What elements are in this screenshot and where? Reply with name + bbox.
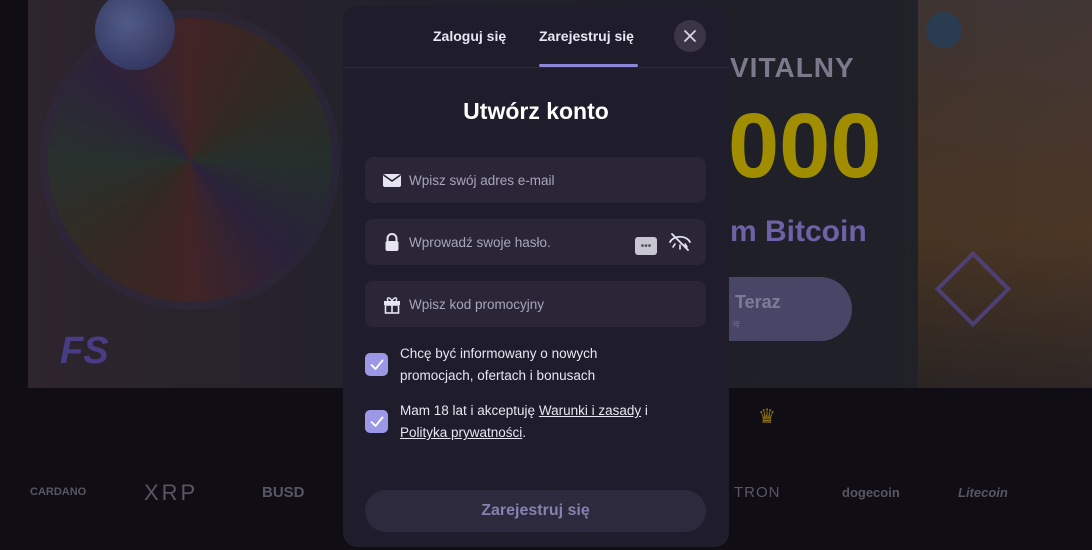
gift-icon — [384, 297, 400, 314]
newsletter-label: Chcę być informowany o nowych promocjach… — [400, 343, 705, 387]
terms-link[interactable]: Warunki i zasady — [539, 403, 641, 418]
close-icon — [684, 30, 696, 42]
lock-icon — [385, 233, 399, 251]
promo-code-field — [365, 281, 706, 327]
terms-checkbox[interactable] — [365, 410, 388, 433]
password-manager-icon[interactable]: ••• — [635, 237, 657, 255]
eye-off-icon[interactable] — [668, 231, 692, 253]
close-button[interactable] — [674, 20, 706, 52]
tab-register[interactable]: Zarejestruj się — [539, 28, 634, 44]
tab-login[interactable]: Zaloguj się — [433, 28, 506, 44]
email-input[interactable] — [409, 157, 649, 203]
register-modal: Zaloguj się Zarejestruj się Utwórz konto… — [343, 6, 729, 547]
terms-text-before: Mam 18 lat i akceptuję — [400, 403, 539, 418]
terms-text-mid: i — [641, 403, 648, 418]
privacy-link[interactable]: Polityka prywatności — [400, 425, 522, 440]
modal-tabs: Zaloguj się Zarejestruj się — [343, 6, 729, 68]
newsletter-checkbox[interactable] — [365, 353, 388, 376]
newsletter-label-line2: promocjach, ofertach i bonusach — [400, 368, 596, 383]
email-field — [365, 157, 706, 203]
terms-label: Mam 18 lat i akceptuję Warunki i zasady … — [400, 400, 705, 444]
checkmark-icon — [370, 359, 383, 370]
active-tab-indicator — [539, 64, 638, 67]
terms-text-after: . — [522, 425, 527, 440]
checkmark-icon — [370, 416, 383, 427]
envelope-icon — [383, 174, 401, 187]
newsletter-label-line1: Chcę być informowany o nowych — [400, 346, 598, 361]
password-field: ••• — [365, 219, 706, 265]
password-input[interactable] — [409, 219, 649, 265]
promo-code-input[interactable] — [409, 281, 649, 327]
modal-title: Utwórz konto — [463, 98, 609, 124]
register-submit-button[interactable]: Zarejestruj się — [365, 490, 706, 532]
